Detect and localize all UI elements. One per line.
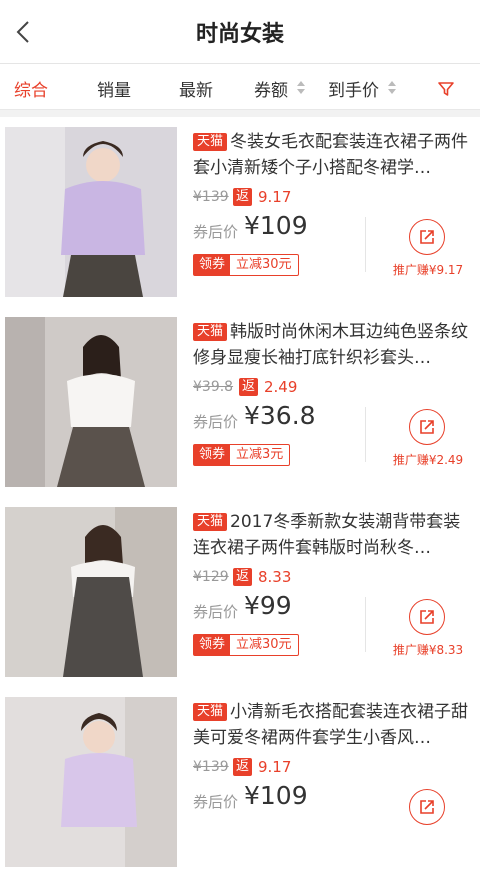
promo-earn[interactable]: 推广赚¥8.33 [378, 641, 478, 658]
share-icon[interactable] [409, 599, 445, 635]
promo-earn[interactable]: 推广赚¥9.17 [378, 261, 478, 278]
rebate-badge: 返 [233, 188, 253, 206]
top-bar: 时尚女装 [0, 0, 480, 64]
product-card[interactable]: 天猫 小清新毛衣搭配套装连衣裙子甜美可爱冬裙两件套学生小香风… ¥139 返 9.… [0, 687, 480, 877]
sort-tabs: 综合 销量 最新 券额 到手价 [0, 64, 480, 110]
coupon-button[interactable]: 领券 立减30元 [193, 634, 299, 656]
tmall-badge: 天猫 [193, 703, 228, 721]
after-coupon-label: 券后价 [193, 223, 239, 241]
tab-final-price[interactable]: 到手价 [328, 76, 379, 101]
after-coupon-price: ¥109 [244, 211, 308, 240]
rebate-badge: 返 [233, 758, 253, 776]
tab-newest[interactable]: 最新 [179, 76, 213, 101]
filter-icon[interactable] [436, 80, 456, 98]
product-image[interactable] [5, 697, 177, 867]
after-coupon-price: ¥99 [244, 591, 292, 620]
share-icon[interactable] [409, 789, 445, 825]
price-sort-icon [388, 81, 396, 95]
original-price: ¥139 [193, 189, 229, 205]
promo-earn[interactable]: 推广赚¥2.49 [378, 451, 478, 468]
share-icon[interactable] [409, 409, 445, 445]
original-price: ¥139 [193, 759, 229, 775]
rebate-badge: 返 [233, 568, 253, 586]
rebate-value: 2.49 [264, 378, 298, 396]
product-image[interactable] [5, 507, 177, 677]
divider [365, 597, 366, 652]
original-price: ¥39.8 [193, 379, 234, 395]
tab-sales[interactable]: 销量 [97, 76, 131, 101]
tab-coupon-amount[interactable]: 券额 [254, 76, 288, 101]
product-title[interactable]: 天猫 冬装女毛衣配套装连衣裙子两件套小清新矮个子小搭配冬裙学… [193, 129, 471, 181]
tmall-badge: 天猫 [193, 513, 228, 531]
page-title: 时尚女装 [195, 22, 284, 47]
coupon-button[interactable]: 领券 立减3元 [193, 444, 291, 466]
after-coupon-label: 券后价 [193, 603, 239, 621]
tmall-badge: 天猫 [193, 323, 228, 341]
product-title[interactable]: 天猫 2017冬季新款女装潮背带套装连衣裙子两件套韩版时尚秋冬… [193, 509, 471, 561]
product-image[interactable] [5, 127, 177, 297]
tmall-badge: 天猫 [193, 133, 228, 151]
product-card[interactable]: 天猫 2017冬季新款女装潮背带套装连衣裙子两件套韩版时尚秋冬… ¥129 返 8… [0, 497, 480, 687]
product-card[interactable]: 天猫 冬装女毛衣配套装连衣裙子两件套小清新矮个子小搭配冬裙学… ¥139 返 9.… [0, 117, 480, 307]
after-coupon-label: 券后价 [193, 793, 239, 811]
rebate-value: 8.33 [258, 568, 292, 586]
rebate-value: 9.17 [258, 758, 292, 776]
coupon-button[interactable]: 领券 立减30元 [193, 254, 299, 276]
product-image[interactable] [5, 317, 177, 487]
original-price: ¥129 [193, 569, 229, 585]
after-coupon-label: 券后价 [193, 413, 239, 431]
after-coupon-price: ¥36.8 [244, 401, 316, 430]
divider [365, 407, 366, 462]
tab-comprehensive[interactable]: 综合 [14, 76, 48, 101]
product-title[interactable]: 天猫 小清新毛衣搭配套装连衣裙子甜美可爱冬裙两件套学生小香风… [193, 699, 471, 751]
after-coupon-price: ¥109 [244, 781, 308, 810]
share-icon[interactable] [409, 219, 445, 255]
rebate-value: 9.17 [258, 188, 292, 206]
coupon-sort-icon [297, 81, 305, 95]
product-card[interactable]: 天猫 韩版时尚休闲木耳边纯色竖条纹修身显瘦长袖打底针织衫套头… ¥39.8 返 2… [0, 307, 480, 497]
rebate-badge: 返 [239, 378, 259, 396]
product-title[interactable]: 天猫 韩版时尚休闲木耳边纯色竖条纹修身显瘦长袖打底针织衫套头… [193, 319, 471, 371]
divider [365, 217, 366, 272]
